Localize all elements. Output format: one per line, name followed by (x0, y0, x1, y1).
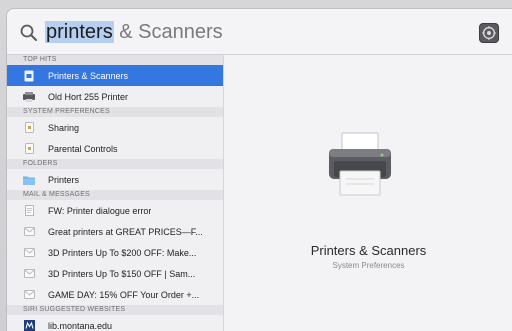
result-mail-5[interactable]: GAME DAY: 15% OFF Your Order +... (7, 284, 223, 305)
results-list: TOP HITS Printers & Scanners Old Hort 25… (7, 55, 224, 331)
mail-envelope-icon (23, 226, 35, 238)
result-label: 3D Printers Up To $200 OFF: Make... (48, 247, 197, 258)
result-printers-scanners[interactable]: Printers & Scanners (7, 65, 223, 86)
search-input[interactable]: printers & Scanners (45, 19, 223, 45)
section-top-hits: TOP HITS (7, 55, 223, 65)
result-label: 3D Printers Up To $150 OFF | Sam... (48, 268, 196, 279)
result-mail-3[interactable]: 3D Printers Up To $200 OFF: Make... (7, 242, 223, 263)
mail-envelope-icon (23, 247, 35, 259)
result-label: Printers & Scanners (48, 70, 129, 81)
printer-icon (329, 132, 391, 196)
result-label: Parental Controls (48, 143, 118, 154)
sharing-prefs-icon (23, 122, 35, 134)
mail-document-icon (23, 205, 35, 217)
result-printers-folder[interactable]: Printers (7, 169, 223, 190)
system-preferences-icon[interactable] (479, 23, 499, 43)
result-label: Old Hort 255 Printer (48, 91, 129, 102)
search-icon (20, 24, 37, 41)
search-typed-text: printers (45, 21, 114, 43)
printer-prefs-icon (23, 70, 35, 82)
result-label: GAME DAY: 15% OFF Your Order +... (48, 289, 200, 300)
mail-envelope-icon (23, 268, 35, 280)
result-sharing[interactable]: Sharing (7, 117, 223, 138)
preview-title: Printers & Scanners (310, 243, 427, 258)
result-label: Sharing (48, 122, 80, 133)
preview-subtitle: System Preferences (332, 261, 405, 270)
result-label: Printers (48, 174, 80, 185)
result-label: FW: Printer dialogue error (48, 205, 152, 216)
spotlight-window: printers & Scanners TOP HITS Printers & … (6, 8, 512, 331)
montana-site-icon (23, 320, 35, 331)
section-folders: FOLDERS (7, 159, 223, 169)
result-lib-montana[interactable]: lib.montana.edu (7, 315, 223, 331)
printer-device-icon (23, 91, 35, 103)
preview-pane: Printers & Scanners System Preferences (224, 55, 512, 331)
result-mail-4[interactable]: 3D Printers Up To $150 OFF | Sam... (7, 263, 223, 284)
result-parental-controls[interactable]: Parental Controls (7, 138, 223, 159)
parental-controls-icon (23, 143, 35, 155)
search-completion-text: & Scanners (113, 21, 223, 43)
result-mail-1[interactable]: FW: Printer dialogue error (7, 200, 223, 221)
search-bar[interactable]: printers & Scanners (7, 9, 512, 55)
section-siri-suggested-websites: SIRI SUGGESTED WEBSITES (7, 305, 223, 315)
result-mail-2[interactable]: Great printers at GREAT PRICES—F... (7, 221, 223, 242)
result-label: Great printers at GREAT PRICES—F... (48, 226, 203, 237)
mail-envelope-icon (23, 289, 35, 301)
result-old-hort-printer[interactable]: Old Hort 255 Printer (7, 86, 223, 107)
result-label: lib.montana.edu (48, 320, 113, 331)
section-mail-messages: MAIL & MESSAGES (7, 190, 223, 200)
folder-icon (23, 174, 35, 186)
section-system-preferences: SYSTEM PREFERENCES (7, 107, 223, 117)
